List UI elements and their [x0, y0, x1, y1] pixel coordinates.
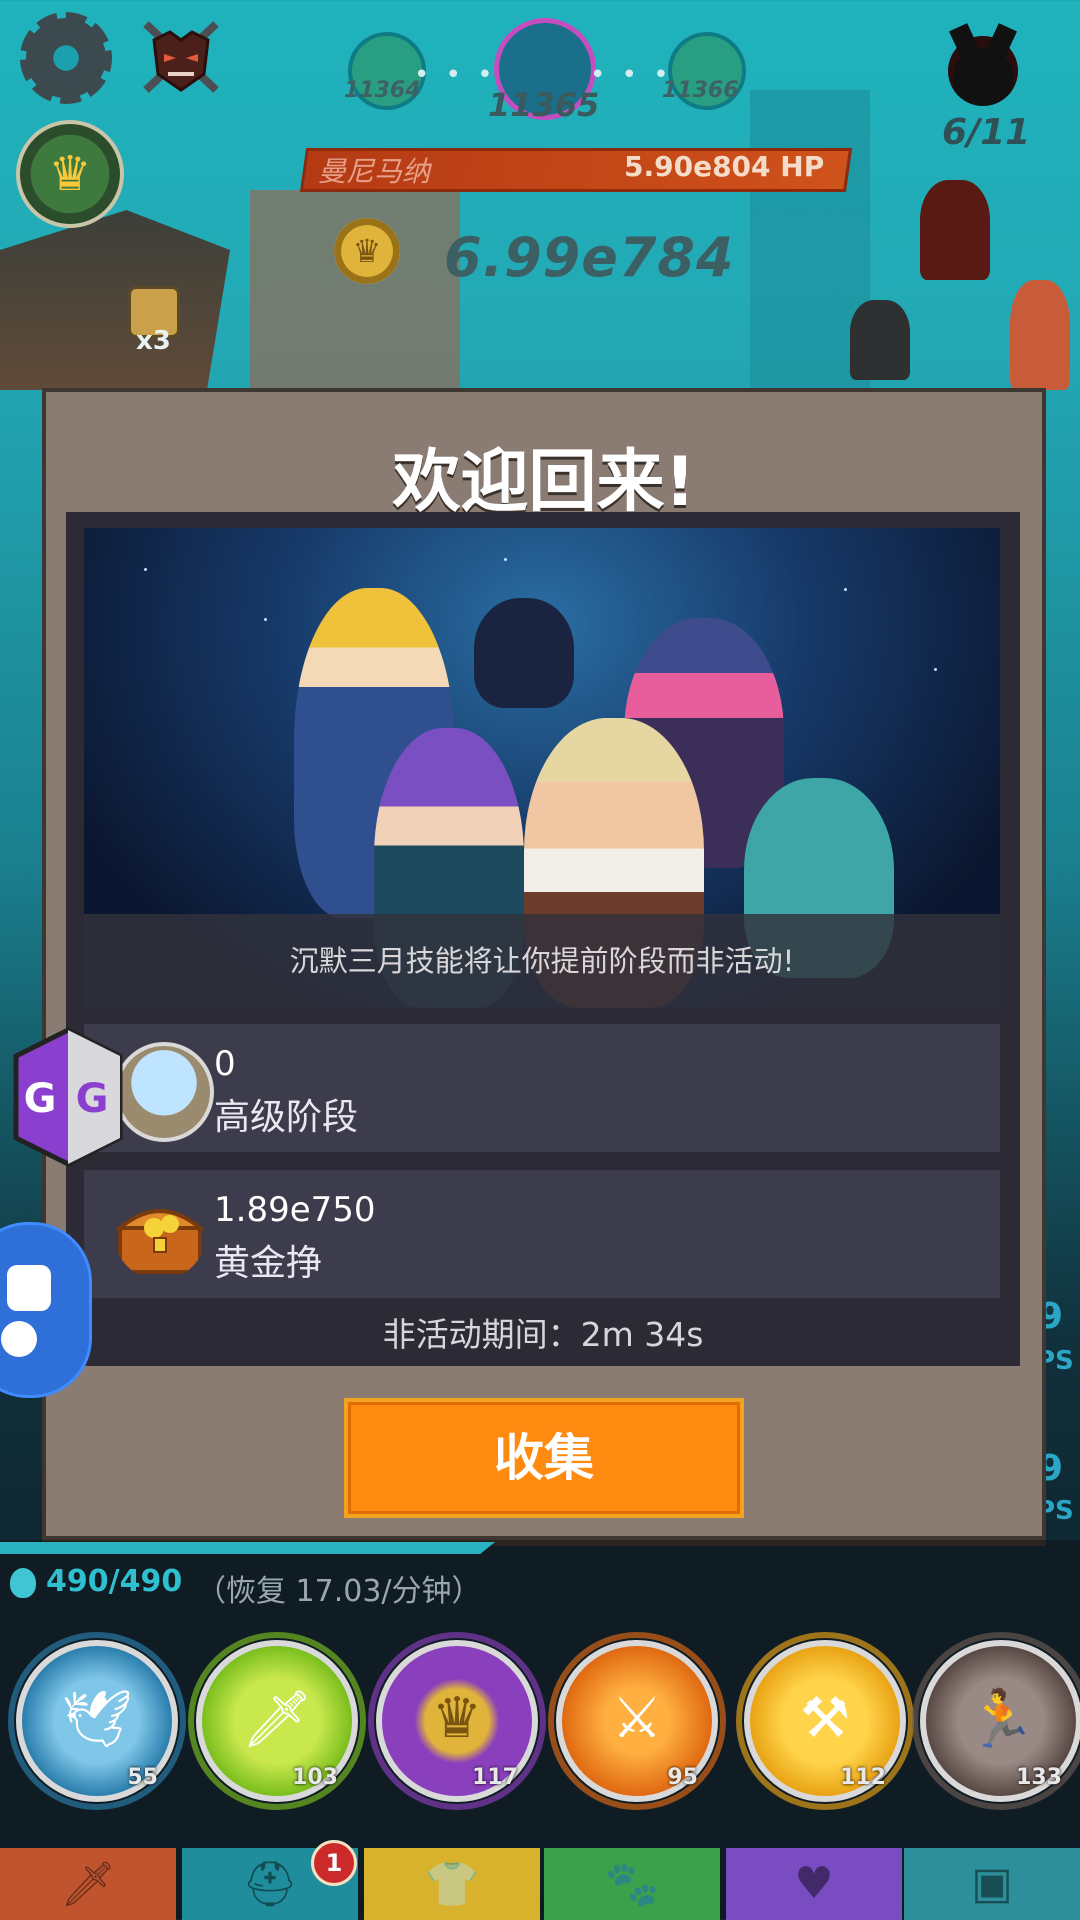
skill-level: 117: [472, 1765, 518, 1790]
enemy-small: [850, 300, 910, 380]
skill-level: 95: [667, 1765, 698, 1790]
skill-level: 133: [1016, 1765, 1062, 1790]
prestige-crown-button[interactable]: ♛: [16, 120, 124, 228]
welcome-back-dialog: 欢迎回来! 沉默三月技能将让你提前阶段而非活动! 0 高级阶段 1.89e750…: [42, 388, 1046, 1540]
stage-dots: • • •: [414, 60, 497, 90]
hero-penguin: [474, 598, 574, 708]
chest-icon: ▣: [971, 1858, 1013, 1909]
skill-fire-sword[interactable]: ⚔ 95: [548, 1632, 726, 1810]
dialog-title: 欢迎回来!: [392, 443, 696, 522]
notification-badge: 1: [311, 1840, 357, 1886]
svg-text:G: G: [76, 1076, 109, 1122]
tab-shop[interactable]: ▣: [904, 1848, 1080, 1920]
enemy-demon: [920, 180, 990, 280]
wave-counter: 6/11: [942, 112, 1031, 153]
skill-level: 103: [292, 1765, 338, 1790]
enemy-hero: [1010, 280, 1070, 390]
mana-value: 490/490: [46, 1564, 183, 1599]
inactive-duration: 非活动期间：2m 34s: [66, 1308, 1020, 1356]
boss-name: 曼尼马纳: [318, 155, 431, 188]
svg-text:G: G: [24, 1076, 57, 1122]
mana-regen: （恢复 17.03/分钟）: [196, 1574, 482, 1609]
tab-clan[interactable]: ♥: [726, 1848, 902, 1920]
settings-gear-icon[interactable]: [20, 12, 112, 104]
sword-green-icon: 🗡: [241, 1687, 313, 1752]
gold-earned-value: 1.89e750: [214, 1190, 376, 1230]
boss-hp: 5.90e804 HP: [624, 150, 825, 183]
stage-current: 11365: [488, 86, 600, 124]
skill-hand-of-midas[interactable]: ♛ 117: [368, 1632, 546, 1810]
tab-equipment[interactable]: 👕: [364, 1848, 540, 1920]
floating-assistant-icon[interactable]: [0, 1222, 92, 1398]
crown-icon: ♛: [48, 146, 92, 202]
stage-prev: 11364: [344, 78, 421, 103]
banner-caption: 沉默三月技能将让你提前阶段而非活动!: [289, 944, 795, 978]
inactive-time: 2m 34s: [580, 1315, 704, 1354]
phoenix-wings-icon: 🕊: [61, 1687, 133, 1752]
tab-sword[interactable]: 🗡: [0, 1848, 176, 1920]
skill-heavenly-strike[interactable]: 🕊 55: [8, 1632, 186, 1810]
mana-potion-icon: [10, 1568, 36, 1598]
skill-war-cry[interactable]: ⚒ 112: [736, 1632, 914, 1810]
shirt-icon: 👕: [424, 1859, 480, 1910]
pirate-ship: [0, 210, 230, 390]
castle-flag-icon: [114, 1042, 214, 1142]
running-ninja-icon: 🏃: [966, 1687, 1036, 1752]
gold-earned-label: 黄金挣: [214, 1243, 323, 1284]
coin-crown-icon: ♛: [431, 1686, 483, 1751]
stages-label: 高级阶段: [214, 1097, 359, 1138]
skill-deadly-strike[interactable]: 🗡 103: [188, 1632, 366, 1810]
sword-icon: 🗡: [60, 1859, 116, 1910]
stage-dots: • • •: [590, 60, 673, 90]
gold-total: 6.99e784: [444, 226, 735, 289]
weapons-crossed-icon: ⚒: [799, 1686, 851, 1751]
mana-bar: [0, 1542, 495, 1554]
collect-button[interactable]: 收集: [344, 1398, 744, 1518]
inactive-label: 非活动期间：: [382, 1315, 581, 1354]
sword-flame-icon: ⚔: [611, 1686, 663, 1751]
skill-level: 55: [127, 1765, 158, 1790]
stage-next: 11366: [662, 78, 739, 103]
stages-value: 0: [214, 1044, 236, 1084]
boss-mask-icon[interactable]: [140, 18, 222, 96]
dialog-body: 沉默三月技能将让你提前阶段而非活动! 0 高级阶段 1.89e750 黄金挣 非…: [66, 512, 1020, 1366]
heroes-banner-image: 沉默三月技能将让你提前阶段而非活动!: [84, 528, 1000, 1008]
pet-icon: 🐾: [604, 1859, 660, 1910]
reward-row-stages: 0 高级阶段: [84, 1024, 1000, 1152]
tab-pets[interactable]: 🐾: [544, 1848, 720, 1920]
game-guardian-icon[interactable]: G G: [12, 1026, 124, 1168]
reward-row-gold: 1.89e750 黄金挣: [84, 1170, 1000, 1298]
boss-wave-icon[interactable]: [948, 36, 1018, 106]
multiplier-label: x3: [136, 326, 171, 356]
gold-coin-icon: ♛: [334, 218, 400, 284]
skill-shadow-clone[interactable]: 🏃 133: [912, 1632, 1080, 1810]
heart-wings-icon: ♥: [794, 1858, 834, 1909]
treasure-chest-icon: [114, 1209, 206, 1274]
skill-level: 112: [840, 1765, 886, 1790]
